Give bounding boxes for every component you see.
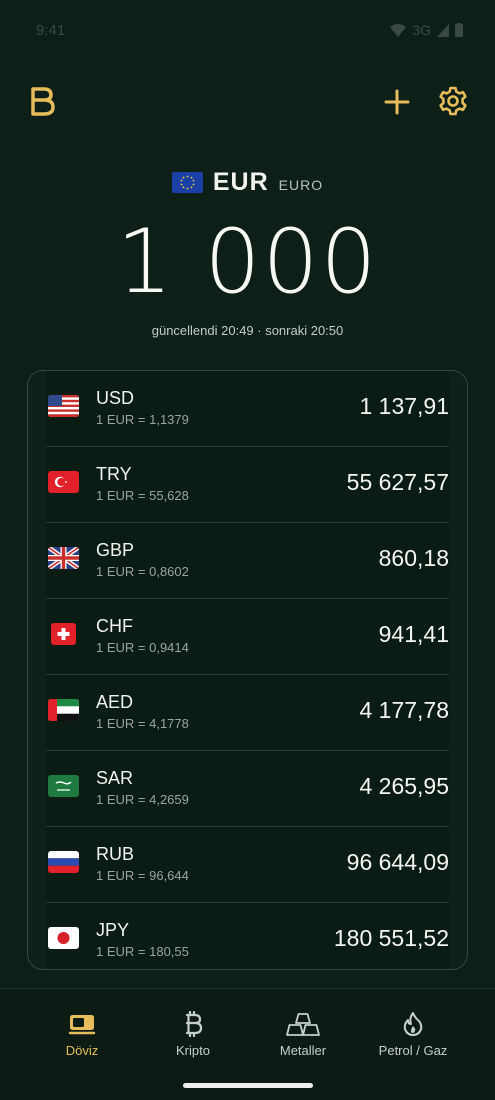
currency-code: USD — [96, 388, 135, 408]
rate-row-jpy[interactable]: JPY 1 EUR = 180,55 180 551,52 — [46, 903, 449, 969]
nav-tab-metaller[interactable]: Metaller — [241, 1009, 365, 1058]
converted-value: 4 177,78 — [359, 697, 449, 723]
tr-flag-icon — [48, 471, 79, 493]
cash-icon — [68, 1015, 96, 1035]
home-indicator[interactable] — [183, 1083, 313, 1088]
status-bar: 9:41 3G — [0, 0, 495, 62]
status-time: 9:41 — [36, 22, 66, 39]
converted-value: 96 644,09 — [346, 849, 449, 875]
rate-row-try[interactable]: TRY 1 EUR = 55,628 55 627,57 — [46, 447, 449, 523]
currency-code: JPY — [96, 920, 130, 940]
nav-tab-kripto[interactable]: Kripto — [131, 1009, 255, 1058]
nav-label: Döviz — [65, 1043, 99, 1058]
currency-code: CHF — [96, 616, 133, 636]
exchange-rate: 1 EUR = 55,628 — [96, 488, 189, 503]
signal-icon — [437, 23, 449, 37]
sa-flag-icon — [48, 775, 79, 797]
currency-code: AED — [96, 692, 134, 712]
update-info: güncellendi 20:49 · sonraki 20:50 — [151, 323, 344, 338]
converted-value: 180 551,52 — [333, 925, 449, 951]
rate-row-chf[interactable]: CHF 1 EUR = 0,9414 941,41 — [46, 599, 449, 675]
base-currency-selector[interactable]: EUR EURO — [0, 168, 495, 197]
rates-card: USD 1 EUR = 1,1379 1 137,91 TRY 1 EUR = … — [27, 370, 468, 970]
rate-row-rub[interactable]: RUB 1 EUR = 96,644 96 644,09 — [46, 827, 449, 903]
network-label: 3G — [412, 22, 431, 38]
converted-value: 941,41 — [378, 621, 449, 647]
currency-code: GBP — [96, 540, 135, 560]
nav-label: Petrol / Gaz — [378, 1043, 448, 1058]
converted-value: 1 137,91 — [359, 393, 449, 419]
eu-flag-icon — [171, 172, 203, 193]
bitcoin-icon — [185, 1011, 203, 1037]
exchange-rate: 1 EUR = 96,644 — [96, 868, 189, 883]
base-amount[interactable]: 1 000 — [0, 210, 495, 313]
ae-flag-icon — [48, 699, 79, 721]
rate-row-gbp[interactable]: GBP 1 EUR = 0,8602 860,18 — [46, 523, 449, 599]
battery-icon — [455, 23, 463, 37]
nav-tab-petrol-gaz[interactable]: Petrol / Gaz — [351, 1009, 475, 1058]
converted-value: 860,18 — [378, 545, 449, 571]
brand-b-icon[interactable] — [28, 86, 56, 118]
converted-value: 4 265,95 — [359, 773, 449, 799]
ru-flag-icon — [48, 851, 79, 873]
base-currency-code: EUR — [212, 168, 269, 196]
currency-code: RUB — [96, 844, 135, 864]
rate-row-usd[interactable]: USD 1 EUR = 1,1379 1 137,91 — [46, 371, 449, 447]
rate-row-aed[interactable]: AED 1 EUR = 4,1778 4 177,78 — [46, 675, 449, 751]
nav-label: Metaller — [279, 1043, 327, 1058]
gold-bars-icon — [286, 1013, 320, 1036]
wifi-icon — [390, 23, 407, 37]
currency-code: TRY — [96, 464, 132, 484]
nav-label: Kripto — [176, 1043, 210, 1058]
exchange-rate: 1 EUR = 4,2659 — [96, 792, 189, 807]
exchange-rate: 1 EUR = 1,1379 — [96, 412, 189, 427]
rates-list: USD 1 EUR = 1,1379 1 137,91 TRY 1 EUR = … — [46, 371, 449, 969]
exchange-rate: 1 EUR = 0,9414 — [96, 640, 189, 655]
gb-flag-icon — [48, 547, 79, 569]
us-flag-icon — [48, 395, 79, 417]
plus-icon[interactable] — [381, 86, 413, 118]
base-currency-name: EURO — [278, 176, 324, 193]
rate-row-sar[interactable]: SAR 1 EUR = 4,2659 4 265,95 — [46, 751, 449, 827]
gear-icon[interactable] — [437, 85, 469, 117]
ch-flag-icon — [51, 623, 76, 645]
converted-value: 55 627,57 — [346, 469, 449, 495]
exchange-rate: 1 EUR = 4,1778 — [96, 716, 189, 731]
exchange-rate: 1 EUR = 180,55 — [96, 944, 189, 959]
exchange-rate: 1 EUR = 0,8602 — [96, 564, 189, 579]
app-screen: 9:41 3G EUR EURO 1 000 güncellendi 20:49… — [0, 0, 495, 1100]
flame-icon — [403, 1012, 423, 1036]
currency-code: SAR — [96, 768, 134, 788]
status-icons: 3G — [390, 22, 463, 38]
nav-tab-doviz[interactable]: Döviz — [20, 1009, 144, 1058]
jp-flag-icon — [48, 927, 79, 949]
